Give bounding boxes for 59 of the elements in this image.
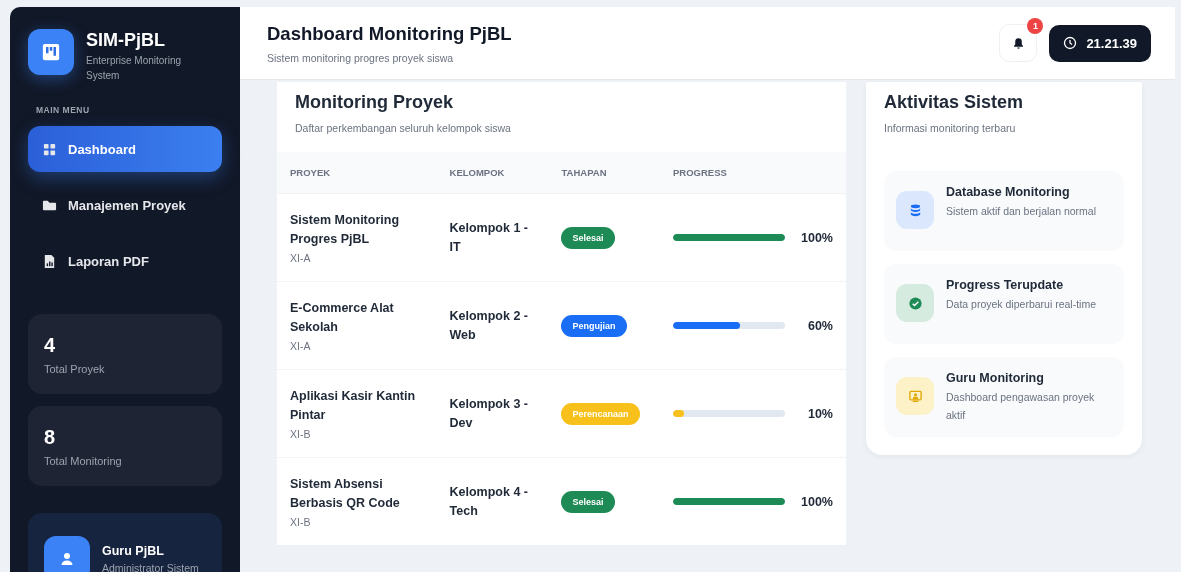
project-name: E-Commerce Alat Sekolah <box>290 300 395 336</box>
sidebar-item[interactable]: Laporan PDF <box>28 238 222 284</box>
stage-badge: Selesai <box>561 226 615 249</box>
bell-icon <box>1011 36 1025 50</box>
page-subtitle: Sistem monitoring progres proyek siswa <box>267 51 455 64</box>
stat-value: 8 <box>44 425 57 449</box>
class-label: XI-A <box>290 340 312 352</box>
group-name: Kelompok 3 - Dev <box>449 395 529 432</box>
app-name: SIM-PjBL <box>86 30 166 51</box>
notification-button[interactable] <box>999 24 1038 62</box>
activity-title: Progress Terupdate <box>946 278 1065 292</box>
stat-label: Total Monitoring <box>44 454 123 467</box>
group-name: Kelompok 2 - Web <box>449 307 529 344</box>
progress-percent: 100% <box>800 494 833 509</box>
class-label: XI-B <box>290 516 312 528</box>
column-header: TAHAPAN <box>548 152 660 194</box>
card-title: Aktivitas Sistem <box>884 92 1025 113</box>
menu-heading: MAIN MENU <box>36 105 91 115</box>
grid-icon <box>42 141 57 157</box>
stage-badge: Perencanaan <box>561 402 640 425</box>
progress-percent: 10% <box>806 406 833 421</box>
progress-percent: 60% <box>806 318 833 333</box>
project-name: Sistem Absensi Berbasis QR Code <box>290 476 401 512</box>
user-role: Administrator Sistem <box>102 562 199 572</box>
notification-count: 1 <box>1027 18 1044 34</box>
stat-label: Total Proyek <box>44 362 106 375</box>
class-label: XI-A <box>290 252 312 264</box>
activity-description: Data proyek diperbarui real-time <box>946 297 1096 312</box>
activity-title: Guru Monitoring <box>946 371 1045 385</box>
column-header: PROGRESS <box>660 152 833 194</box>
project-name: Sistem Monitoring Progres PjBL <box>290 212 401 248</box>
logo-icon <box>28 29 74 75</box>
activity-title: Database Monitoring <box>946 185 1071 199</box>
app-subtitle: Enterprise Monitoring System <box>86 54 183 83</box>
document-icon <box>42 253 57 269</box>
progress-percent: 100% <box>800 230 833 245</box>
card-subtitle: Daftar perkembangan seluruh kelompok siswa <box>295 122 512 134</box>
page-title: Dashboard Monitoring PjBL <box>267 22 512 45</box>
class-label: XI-B <box>290 428 312 440</box>
clock-icon <box>1063 36 1078 50</box>
activity-description: Dashboard pengawasan proyek aktif <box>946 390 1096 423</box>
activity-description: Sistem aktif dan berjalan normal <box>946 204 1096 219</box>
stage-badge: Pengujian <box>561 314 627 337</box>
group-name: Kelompok 4 - Tech <box>449 483 529 520</box>
stage-badge: Selesai <box>561 490 615 513</box>
sidebar-item[interactable]: Dashboard <box>28 126 222 172</box>
user-avatar-icon <box>44 536 90 572</box>
column-header: KELOMPOK <box>436 152 549 194</box>
stat-value: 4 <box>44 333 57 357</box>
card-title: Monitoring Proyek <box>295 92 454 113</box>
check-circle-icon <box>907 295 923 311</box>
column-header: PROYEK <box>277 152 437 194</box>
group-name: Kelompok 1 - IT <box>449 219 529 256</box>
monitor-icon <box>907 388 923 404</box>
user-name: Guru PjBL <box>102 544 165 558</box>
clock-time: 21.21.39 <box>1086 35 1137 51</box>
card-subtitle: Informasi monitoring terbaru <box>884 122 1017 134</box>
sidebar-item[interactable]: Manajemen Proyek <box>28 182 222 228</box>
project-name: Aplikasi Kasir Kantin Pintar <box>290 388 417 424</box>
